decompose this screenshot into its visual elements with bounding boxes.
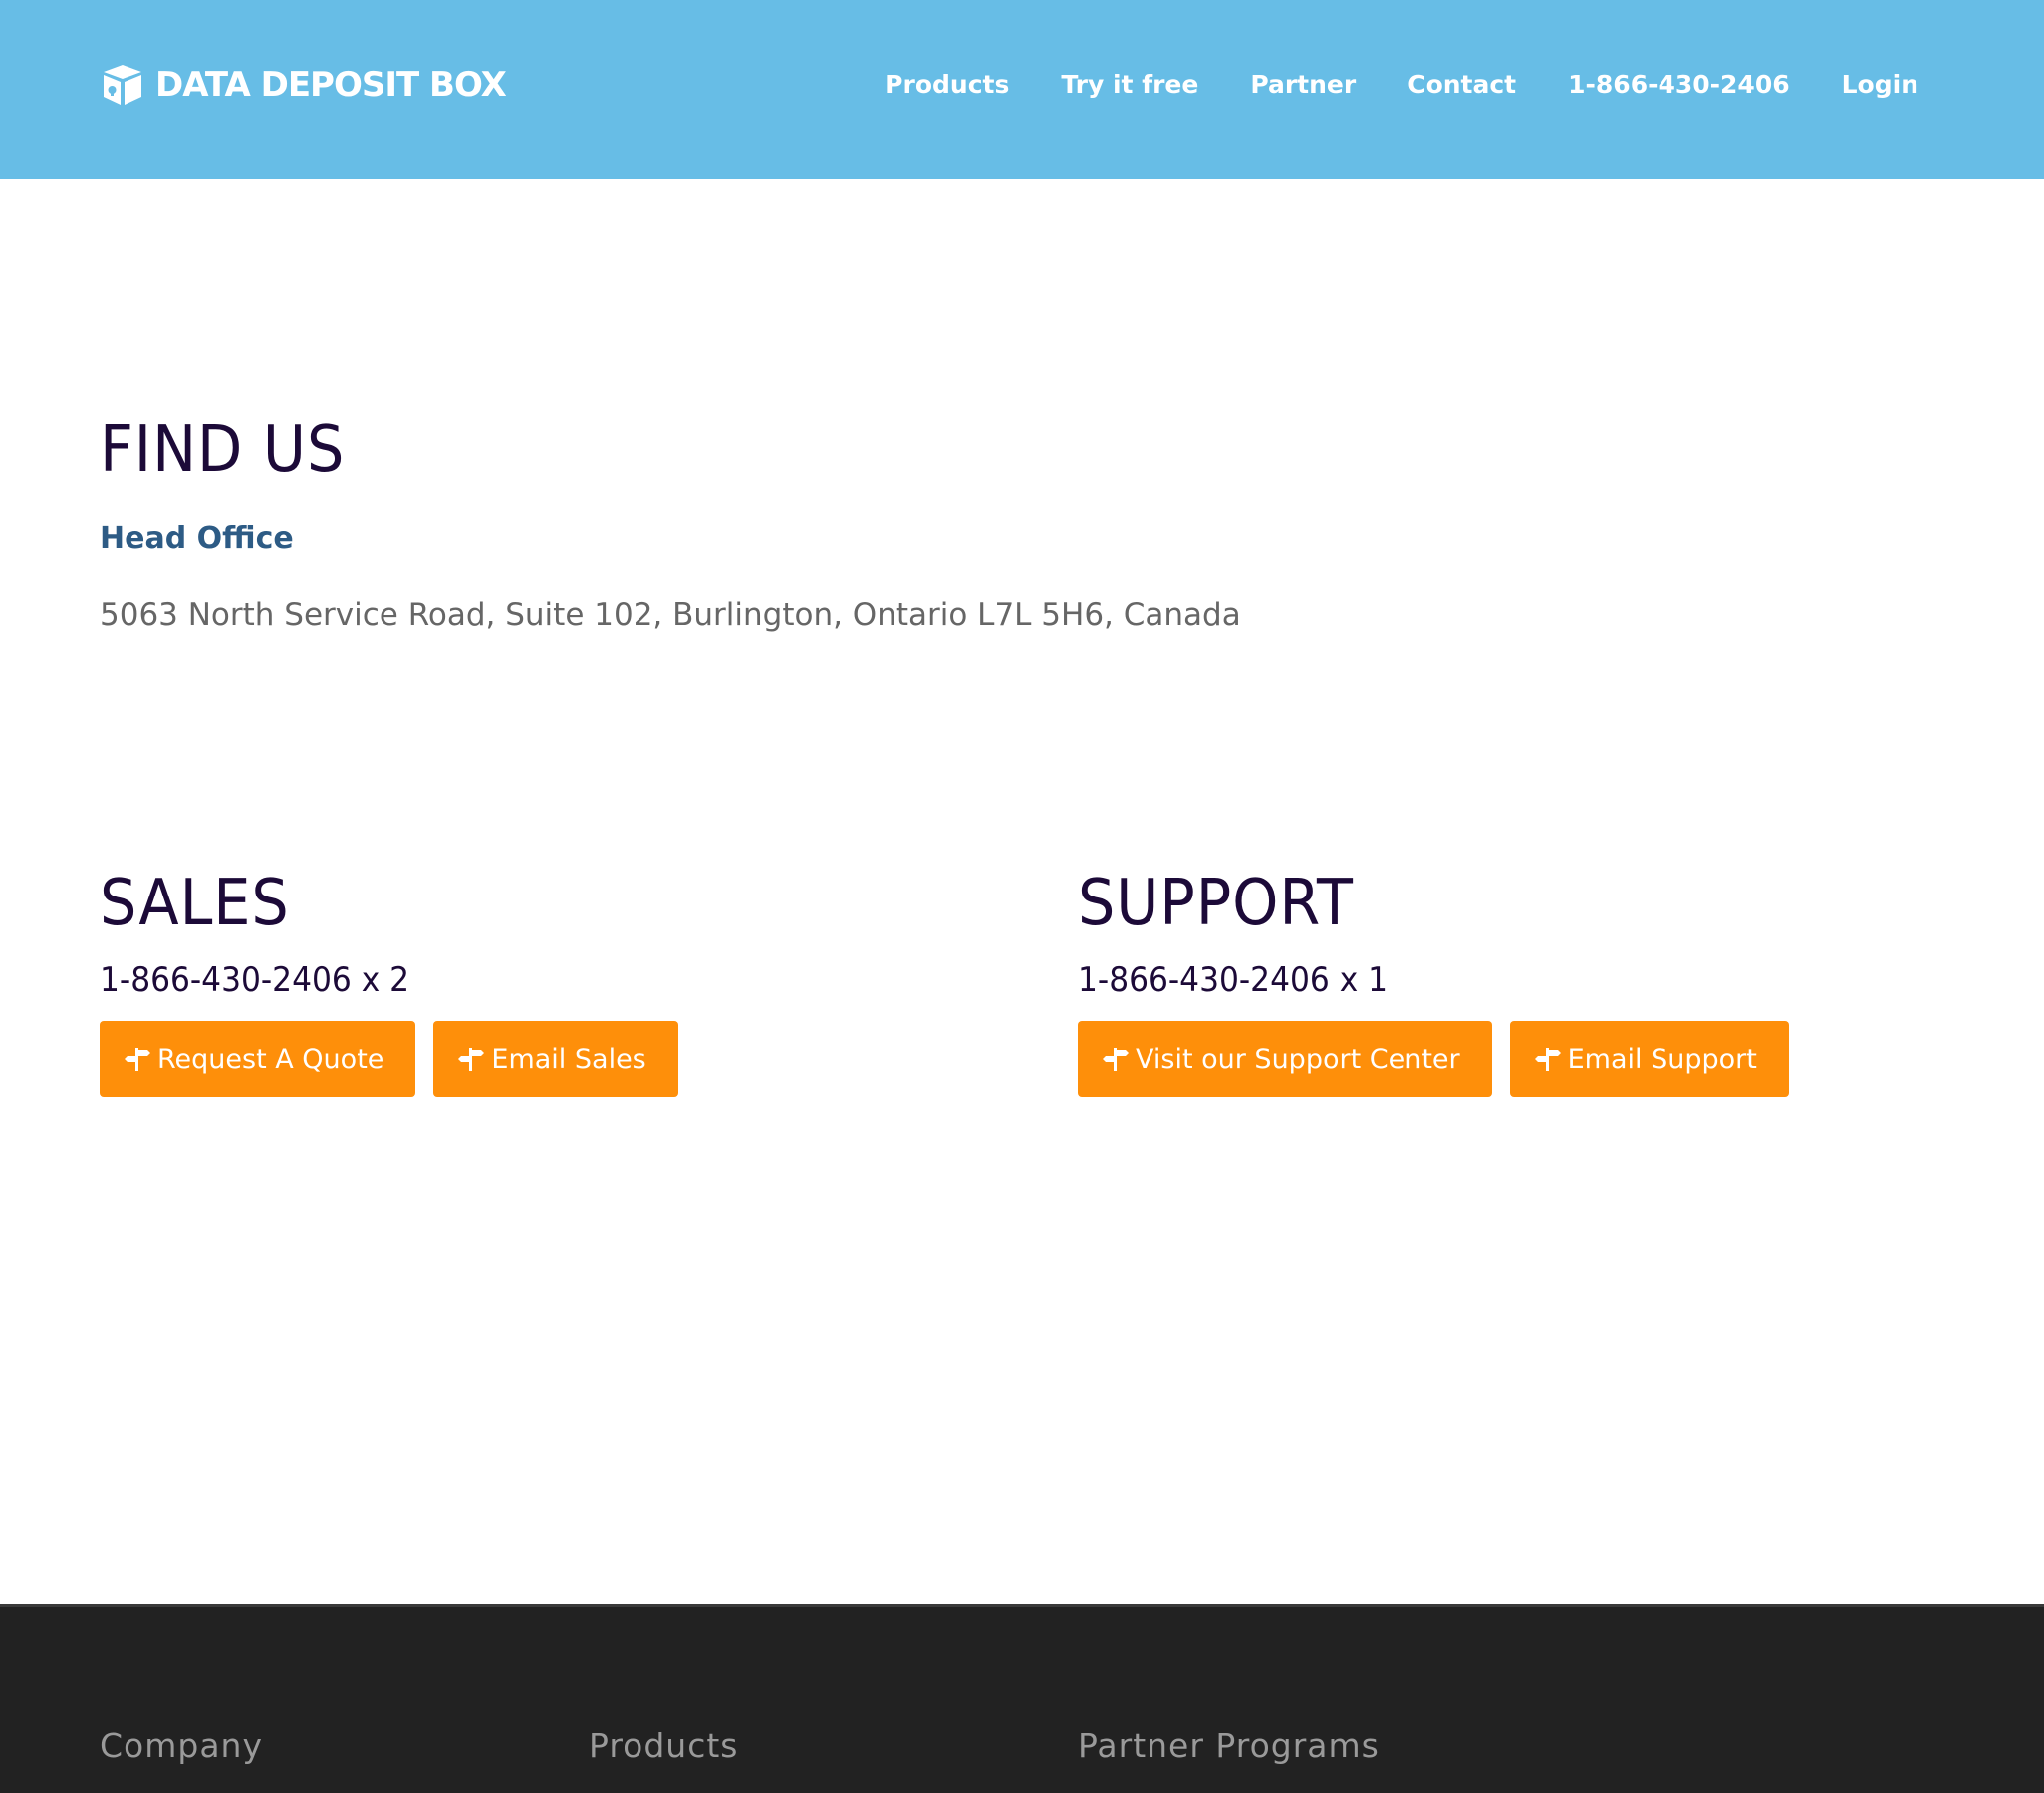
office-address: 5063 North Service Road, Suite 102, Burl… (100, 597, 1241, 633)
nav-contact[interactable]: Contact (1407, 70, 1516, 99)
email-sales-button[interactable]: Email Sales (433, 1021, 678, 1097)
sales-buttons: Request A Quote Email Sales (100, 1021, 678, 1097)
footer-heading-partner-programs: Partner Programs (1078, 1726, 1380, 1765)
email-sales-label: Email Sales (491, 1043, 646, 1075)
sales-phone: 1-866-430-2406 x 2 (100, 960, 410, 1000)
nav-partner[interactable]: Partner (1250, 70, 1356, 99)
sales-title: SALES (100, 867, 290, 940)
footer-heading-products: Products (589, 1726, 739, 1765)
main-nav: Products Try it free Partner Contact 1-8… (885, 70, 1918, 99)
support-phone: 1-866-430-2406 x 1 (1078, 960, 1389, 1000)
sales-section: SALES 1-866-430-2406 x 2 Request A Quote… (100, 867, 678, 1097)
footer-heading-company: Company (100, 1726, 263, 1765)
nav-phone[interactable]: 1-866-430-2406 (1568, 70, 1789, 99)
head-office-label: Head Office (100, 521, 294, 556)
box-logo-icon (104, 65, 141, 105)
support-buttons: Visit our Support Center Email Support (1078, 1021, 1789, 1097)
nav-try-it-free[interactable]: Try it free (1061, 70, 1198, 99)
support-title: SUPPORT (1078, 867, 1354, 940)
support-section: SUPPORT 1-866-430-2406 x 1 Visit our Sup… (1078, 867, 1789, 1097)
signpost-icon (125, 1048, 150, 1071)
site-header: DATA DEPOSIT BOX Products Try it free Pa… (0, 0, 2044, 179)
request-quote-label: Request A Quote (157, 1043, 384, 1075)
nav-login[interactable]: Login (1842, 70, 1918, 99)
support-center-button[interactable]: Visit our Support Center (1078, 1021, 1492, 1097)
email-support-button[interactable]: Email Support (1509, 1021, 1789, 1097)
nav-products[interactable]: Products (885, 70, 1009, 99)
request-quote-button[interactable]: Request A Quote (100, 1021, 416, 1097)
signpost-icon (1534, 1048, 1561, 1071)
signpost-icon (458, 1048, 485, 1071)
logo[interactable]: DATA DEPOSIT BOX (100, 62, 507, 108)
logo-text: DATA DEPOSIT BOX (155, 65, 507, 105)
email-support-label: Email Support (1567, 1043, 1757, 1075)
find-us-title: FIND US (100, 413, 346, 487)
signpost-icon (1103, 1048, 1129, 1071)
support-center-label: Visit our Support Center (1136, 1043, 1460, 1075)
site-footer: Company Products Partner Programs (0, 1604, 2044, 1793)
